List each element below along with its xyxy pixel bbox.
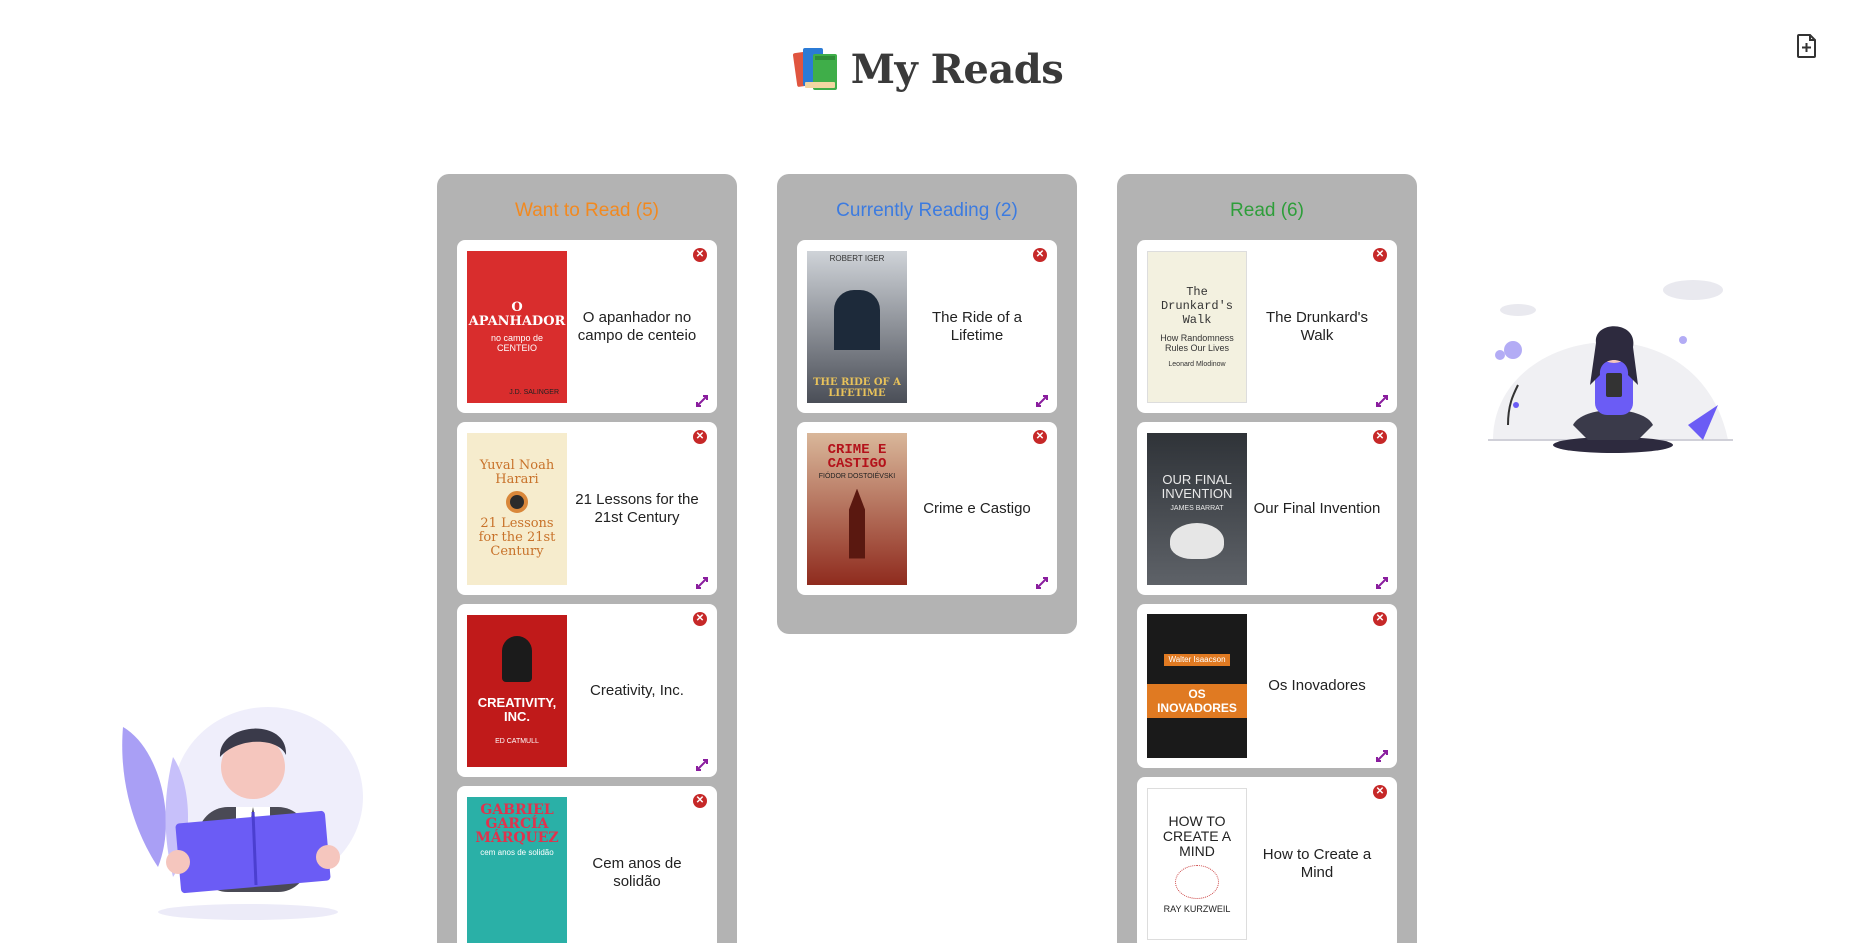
book-card[interactable]: Yuval Noah Harari 21 Lessons for the 21s… <box>457 422 717 595</box>
close-circle-icon: ✕ <box>1375 786 1385 797</box>
book-title: Cem anos de solidão <box>592 854 682 890</box>
shelf-want-to-read: Want to Read (5) O APANHADOR no campo de… <box>437 174 737 943</box>
cover-portrait <box>834 289 880 350</box>
shelf-title: Read (6) <box>1230 200 1304 221</box>
move-book-button[interactable] <box>695 394 709 408</box>
move-arrows-icon <box>1376 577 1388 589</box>
move-arrows-icon <box>696 395 708 407</box>
move-book-button[interactable] <box>1375 576 1389 590</box>
book-cover: ROBERT IGER THE RIDE OF A LIFETIME <box>807 250 907 403</box>
book-cover: HOW TO CREATE A MIND RAY KURZWEIL <box>1147 787 1247 940</box>
reading-woman-illustration <box>1488 275 1733 455</box>
book-title: 21 Lessons for the 21st Century <box>575 490 699 526</box>
close-circle-icon: ✕ <box>1035 431 1045 442</box>
book-title: Os Inovadores <box>1268 677 1366 694</box>
close-circle-icon: ✕ <box>1035 249 1045 260</box>
move-book-button[interactable] <box>1375 394 1389 408</box>
move-arrows-icon <box>1036 395 1048 407</box>
book-title: The Drunkard's Walk <box>1265 308 1369 344</box>
book-title: The Ride of a Lifetime <box>931 308 1023 344</box>
move-book-button[interactable] <box>695 758 709 772</box>
remove-book-button[interactable]: ✕ <box>693 612 707 626</box>
remove-book-button[interactable]: ✕ <box>1373 430 1387 444</box>
close-circle-icon: ✕ <box>1375 249 1385 260</box>
book-title: Crime e Castigo <box>923 499 1031 517</box>
book-card[interactable]: OUR FINAL INVENTION JAMES BARRAT Our Fin… <box>1137 422 1397 595</box>
move-arrows-icon <box>696 577 708 589</box>
remove-book-button[interactable]: ✕ <box>693 430 707 444</box>
move-book-button[interactable] <box>695 576 709 590</box>
move-book-button[interactable] <box>1035 394 1049 408</box>
shelf-currently-reading: Currently Reading (2) ROBERT IGER THE RI… <box>777 174 1077 634</box>
reading-man-illustration <box>118 707 368 922</box>
book-card[interactable]: The Drunkard's Walk How Randomness Rules… <box>1137 240 1397 413</box>
remove-book-button[interactable]: ✕ <box>1373 785 1387 799</box>
move-book-button[interactable] <box>1375 749 1389 763</box>
move-book-button[interactable] <box>1035 576 1049 590</box>
move-arrows-icon <box>1036 577 1048 589</box>
book-card[interactable]: CREATIVITY, INC. ED CATMULL Creativity, … <box>457 604 717 777</box>
remove-book-button[interactable]: ✕ <box>1373 248 1387 262</box>
book-cover: Yuval Noah Harari 21 Lessons for the 21s… <box>467 432 567 585</box>
book-title: How to Create a Mind <box>1262 845 1372 881</box>
cover-robot-face <box>1170 522 1224 559</box>
book-cover: CREATIVITY, INC. ED CATMULL <box>467 614 567 767</box>
book-card[interactable]: HOW TO CREATE A MIND RAY KURZWEIL How to… <box>1137 777 1397 943</box>
cover-brain <box>1175 865 1219 899</box>
move-arrows-icon <box>696 759 708 771</box>
book-card[interactable]: Walter Isaacson OS INOVADORES Os Inovado… <box>1137 604 1397 768</box>
page-header: My Reads <box>0 44 1856 94</box>
book-title: O apanhador no campo de centeio <box>577 308 697 344</box>
remove-book-button[interactable]: ✕ <box>1033 248 1047 262</box>
book-title: Creativity, Inc. <box>590 681 684 699</box>
book-cover: CRIME E CASTIGO FIÓDOR DOSTOIÉVSKI <box>807 432 907 585</box>
page-title: My Reads <box>850 45 1064 93</box>
shelf-title: Currently Reading (2) <box>836 200 1018 221</box>
book-cover: The Drunkard's Walk How Randomness Rules… <box>1147 250 1247 403</box>
books-icon <box>792 44 841 94</box>
book-card[interactable]: GABRIEL GARCÍA MÁRQUEZ cem anos de solid… <box>457 786 717 943</box>
book-card[interactable]: ROBERT IGER THE RIDE OF A LIFETIME The R… <box>797 240 1057 413</box>
book-cover: Walter Isaacson OS INOVADORES <box>1147 614 1247 758</box>
book-card[interactable]: CRIME E CASTIGO FIÓDOR DOSTOIÉVSKI Crime… <box>797 422 1057 595</box>
move-arrows-icon <box>1376 395 1388 407</box>
remove-book-button[interactable]: ✕ <box>693 794 707 808</box>
add-book-button[interactable] <box>1795 33 1819 59</box>
cover-emblem <box>506 490 528 513</box>
close-circle-icon: ✕ <box>695 795 705 806</box>
cover-figure <box>502 635 532 682</box>
book-title: Our Final Invention <box>1253 499 1381 517</box>
move-arrows-icon <box>1376 750 1388 762</box>
bookshelf-board: Want to Read (5) O APANHADOR no campo de… <box>437 174 1417 943</box>
book-cover: O APANHADOR no campo de CENTEIO J.D. SAL… <box>467 250 567 403</box>
close-circle-icon: ✕ <box>695 249 705 260</box>
remove-book-button[interactable]: ✕ <box>1033 430 1047 444</box>
close-circle-icon: ✕ <box>695 431 705 442</box>
close-circle-icon: ✕ <box>695 613 705 624</box>
close-circle-icon: ✕ <box>1375 431 1385 442</box>
remove-book-button[interactable]: ✕ <box>1373 612 1387 626</box>
book-cover: OUR FINAL INVENTION JAMES BARRAT <box>1147 432 1247 585</box>
add-document-icon <box>1797 34 1816 58</box>
close-circle-icon: ✕ <box>1375 613 1385 624</box>
shelf-title: Want to Read (5) <box>515 200 659 221</box>
remove-book-button[interactable]: ✕ <box>693 248 707 262</box>
book-cover: GABRIEL GARCÍA MÁRQUEZ cem anos de solid… <box>467 796 567 943</box>
cover-church <box>849 488 865 559</box>
shelf-read: Read (6) The Drunkard's Walk How Randomn… <box>1117 174 1417 943</box>
book-card[interactable]: O APANHADOR no campo de CENTEIO J.D. SAL… <box>457 240 717 413</box>
